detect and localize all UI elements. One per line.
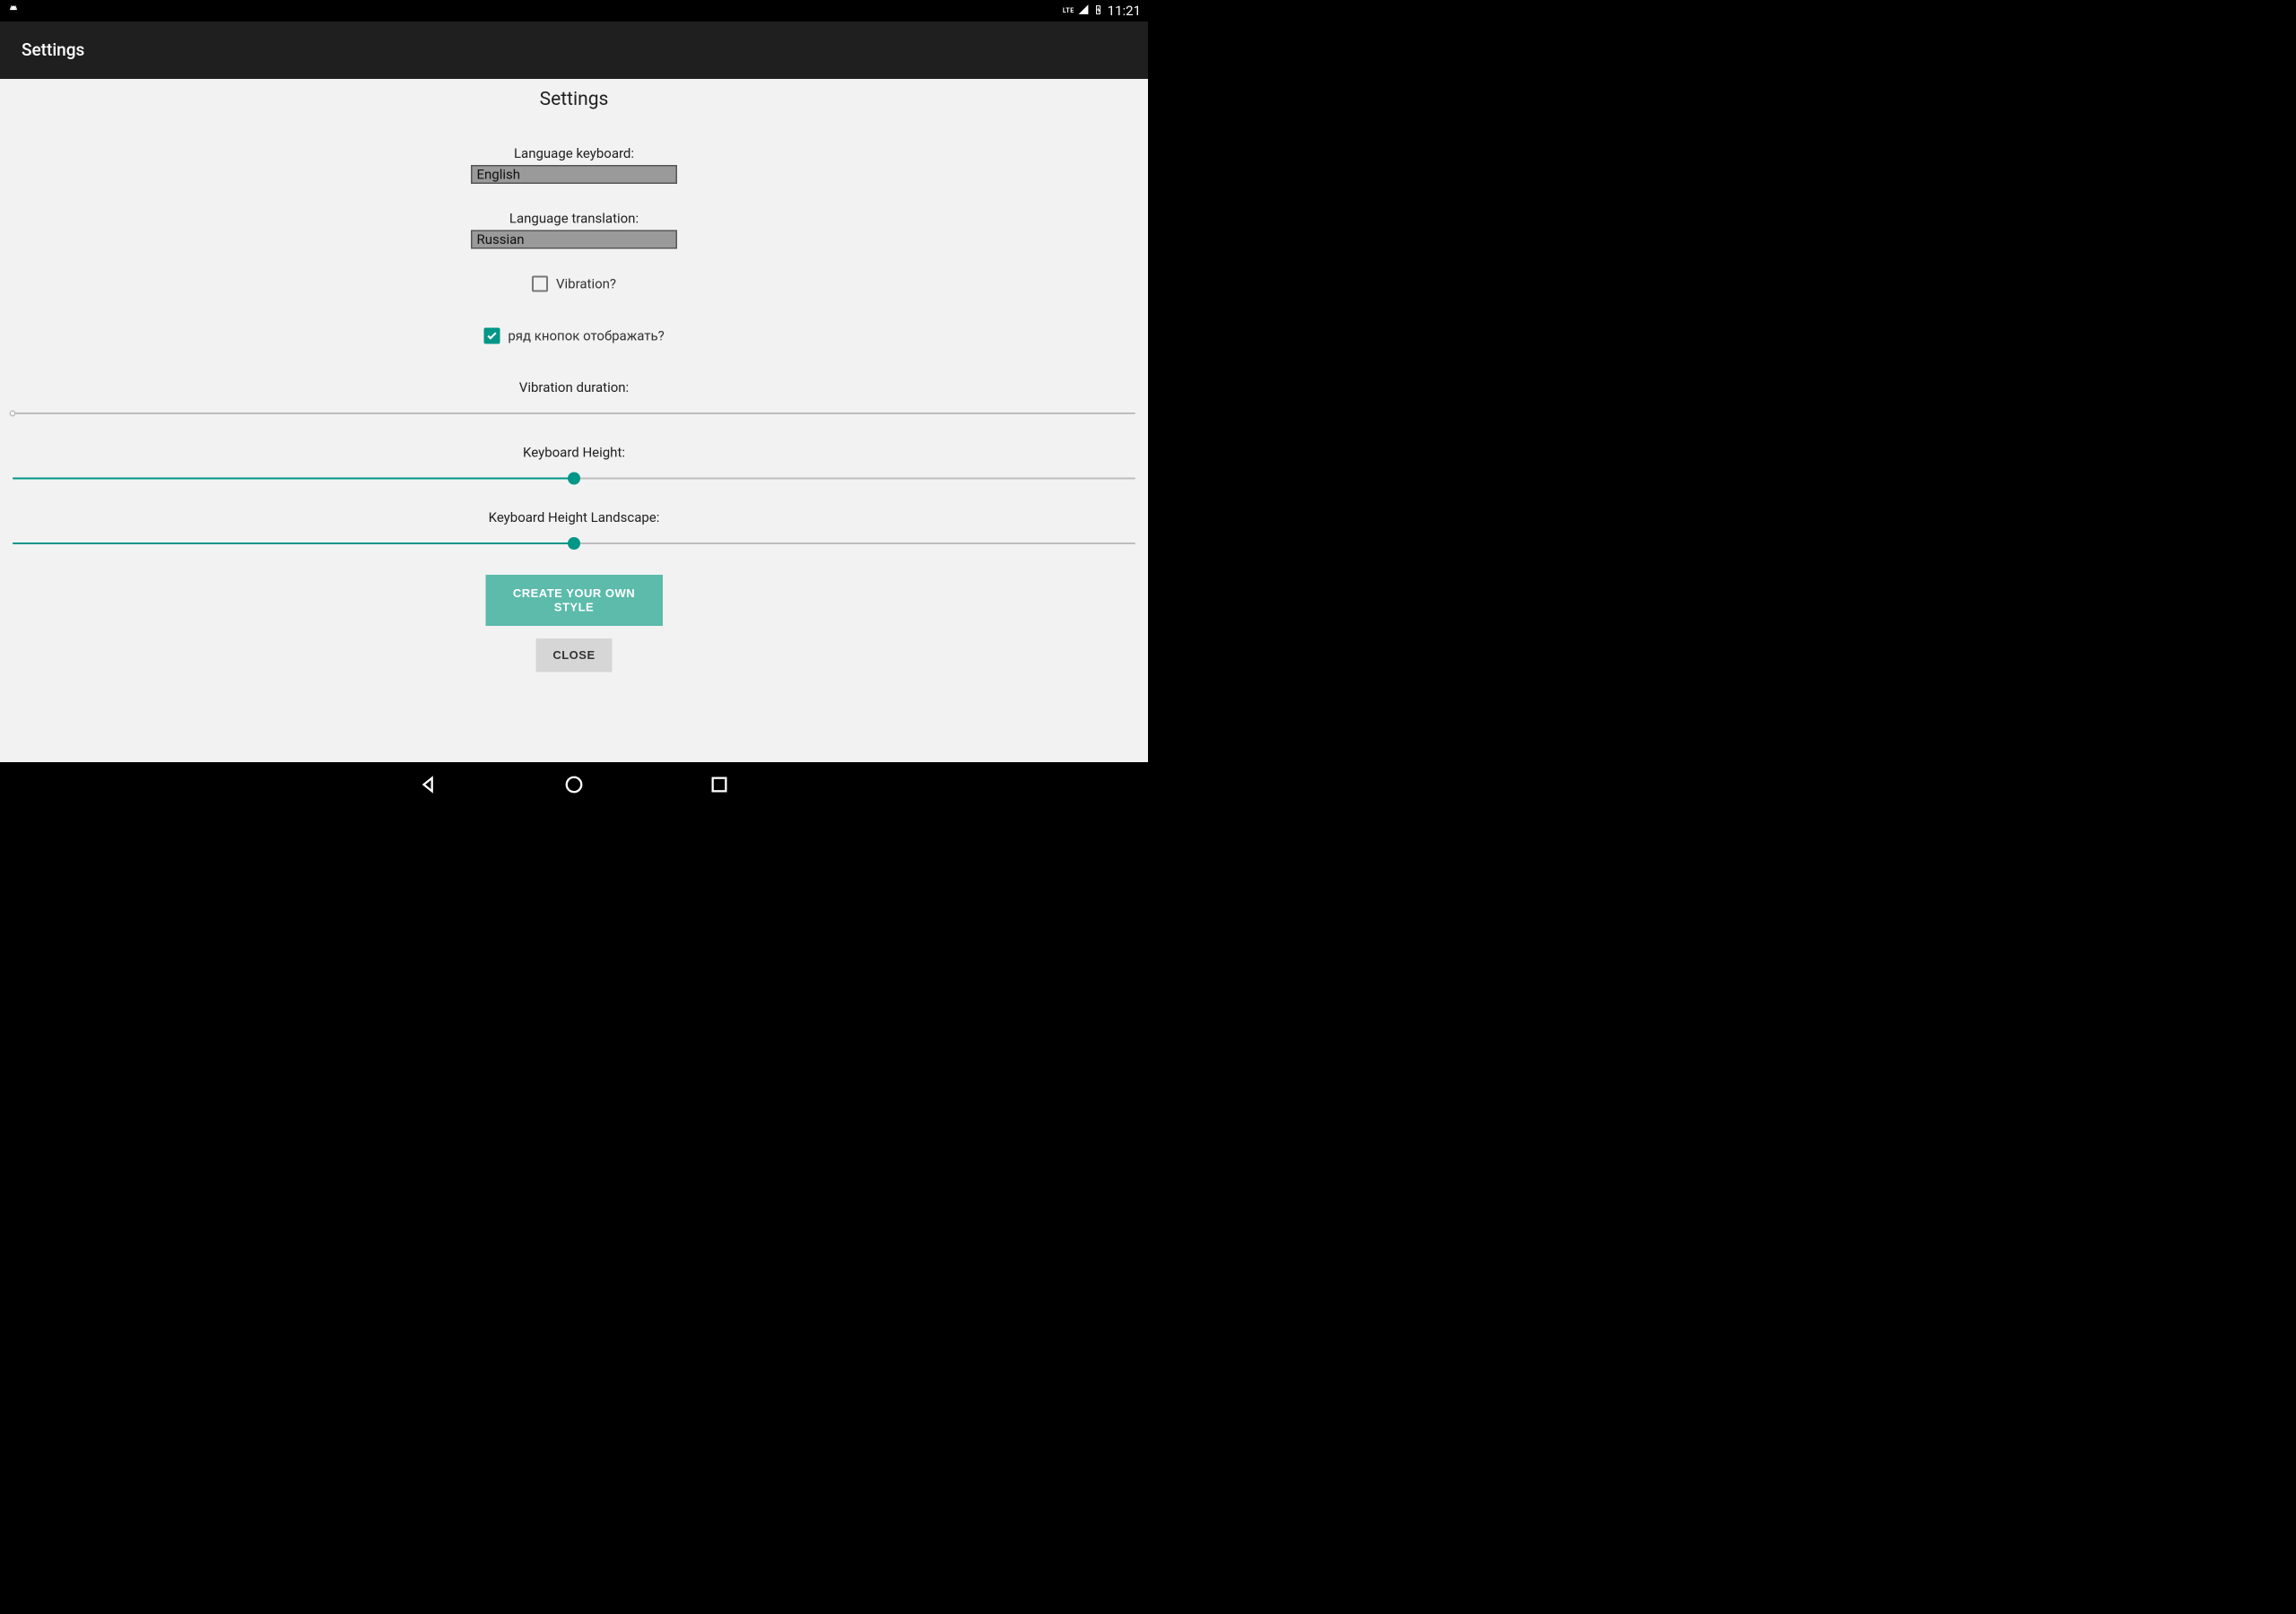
language-translation-label: Language translation: <box>509 211 639 227</box>
language-translation-spinner[interactable]: Russian <box>471 230 677 249</box>
recent-apps-icon[interactable] <box>709 775 729 794</box>
battery-charging-icon <box>1093 3 1104 19</box>
language-keyboard-spinner[interactable]: English <box>471 165 677 184</box>
back-icon[interactable] <box>419 775 439 794</box>
keyboard-height-landscape-label: Keyboard Height Landscape: <box>489 510 660 526</box>
nav-bar <box>0 762 1148 807</box>
lte-indicator: LTE <box>1063 9 1074 13</box>
home-icon[interactable] <box>564 775 584 794</box>
keyboard-height-label: Keyboard Height: <box>523 445 625 461</box>
app-bar: Settings <box>0 22 1148 79</box>
status-bar: LTE 11:21 <box>0 0 1148 22</box>
settings-content: Settings Language keyboard: English Lang… <box>0 79 1148 762</box>
signal-icon <box>1078 4 1090 19</box>
language-translation-value: Russian <box>477 231 525 247</box>
language-keyboard-label: Language keyboard: <box>514 146 634 162</box>
android-icon <box>7 4 20 17</box>
vibration-label: Vibration? <box>556 276 616 292</box>
language-keyboard-value: English <box>477 167 521 183</box>
page-title: Settings <box>540 88 609 110</box>
vibration-duration-label: Vibration duration: <box>519 380 629 396</box>
slider-thumb[interactable] <box>568 473 580 485</box>
clock: 11:21 <box>1108 3 1141 19</box>
vibration-duration-slider[interactable] <box>13 409 1135 418</box>
create-style-button[interactable]: CREATE YOUR OWN STYLE <box>485 575 663 626</box>
row-buttons-label: ряд кнопок отображать? <box>508 328 664 344</box>
close-button[interactable]: CLOSE <box>535 638 612 672</box>
vibration-checkbox[interactable] <box>532 276 548 292</box>
app-bar-title: Settings <box>22 40 84 60</box>
keyboard-height-landscape-slider[interactable] <box>13 539 1135 548</box>
keyboard-height-slider[interactable] <box>13 474 1135 483</box>
slider-thumb[interactable] <box>568 537 580 550</box>
row-buttons-checkbox[interactable] <box>483 328 500 344</box>
slider-thumb[interactable] <box>10 411 16 417</box>
